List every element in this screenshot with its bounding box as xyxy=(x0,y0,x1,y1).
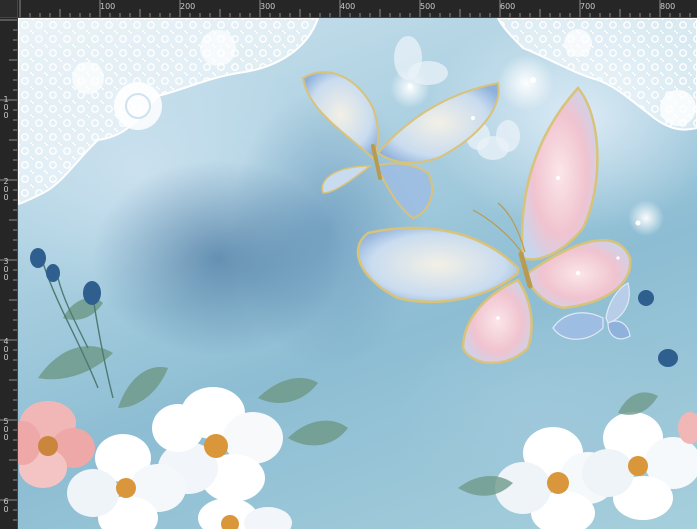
ruler-label-600: 600 xyxy=(500,2,516,11)
ruler-label-v200: 2 0 0 xyxy=(3,177,9,202)
ruler-label-700: 700 xyxy=(580,2,596,11)
sparkle-glow xyxy=(498,55,554,111)
watercolor-artwork xyxy=(18,18,697,529)
ruler-label-400: 400 xyxy=(340,2,356,11)
ruler-label-200: 200 xyxy=(180,2,196,11)
white-flowers-right xyxy=(458,392,697,529)
horizontal-ruler[interactable]: 100 200 300 400 500 600 700 800 xyxy=(18,0,697,18)
lace-corner-left xyxy=(18,18,320,206)
ruler-label-v600: 6 0 xyxy=(3,497,9,514)
ruler-label-v300: 3 0 0 xyxy=(3,257,9,282)
ruler-label-800: 800 xyxy=(660,2,676,11)
ruler-label-v500: 5 0 0 xyxy=(3,417,9,442)
image-canvas[interactable] xyxy=(18,18,697,529)
ruler-corner xyxy=(0,0,18,18)
ruler-label-300: 300 xyxy=(260,2,276,11)
ruler-label-100: 100 xyxy=(100,2,116,11)
ruler-label-v400: 4 0 0 xyxy=(3,337,9,362)
vertical-ruler[interactable]: 1 0 0 2 0 0 3 0 0 4 0 0 5 0 0 6 0 xyxy=(0,18,18,529)
ruler-label-500: 500 xyxy=(420,2,436,11)
ruler-label-v100: 1 0 0 xyxy=(3,95,9,120)
white-flowers-left xyxy=(67,387,292,529)
